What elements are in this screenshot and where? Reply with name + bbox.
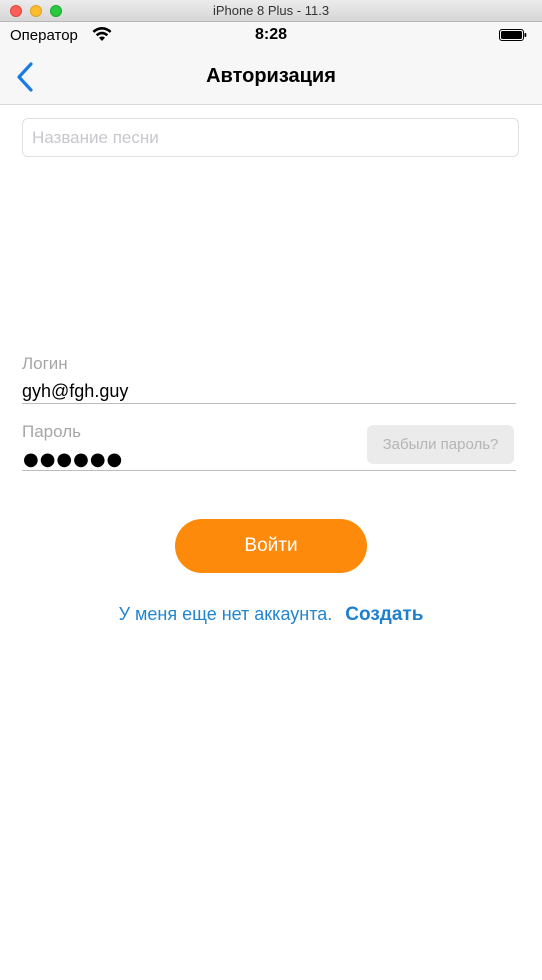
navigation-bar: Авторизация — [0, 50, 542, 105]
login-field[interactable]: gyh@fgh.guy — [22, 381, 128, 402]
login-label: Логин — [22, 354, 68, 373]
song-search-input[interactable] — [22, 118, 519, 157]
password-underline — [22, 470, 516, 471]
simulator-window-bar: iPhone 8 Plus - 11.3 — [0, 0, 542, 22]
login-button[interactable]: Войти — [175, 519, 367, 573]
register-row: У меня еще нет аккаунта. Создать — [0, 604, 542, 626]
login-underline — [22, 403, 516, 404]
status-time: 8:28 — [254, 26, 288, 43]
forgot-password-button[interactable]: Забыли пароль? — [367, 425, 514, 464]
password-label: Пароль — [22, 422, 81, 441]
status-bar: Оператор 8:28 — [0, 22, 542, 50]
register-prompt: У меня еще нет аккаунта. — [118, 604, 333, 624]
window-title: iPhone 8 Plus - 11.3 — [212, 3, 330, 18]
page-title: Авторизация — [206, 65, 336, 87]
battery-icon — [499, 29, 527, 41]
password-field[interactable]: ●●●●●● — [23, 449, 123, 470]
create-account-link[interactable]: Создать — [345, 604, 423, 625]
